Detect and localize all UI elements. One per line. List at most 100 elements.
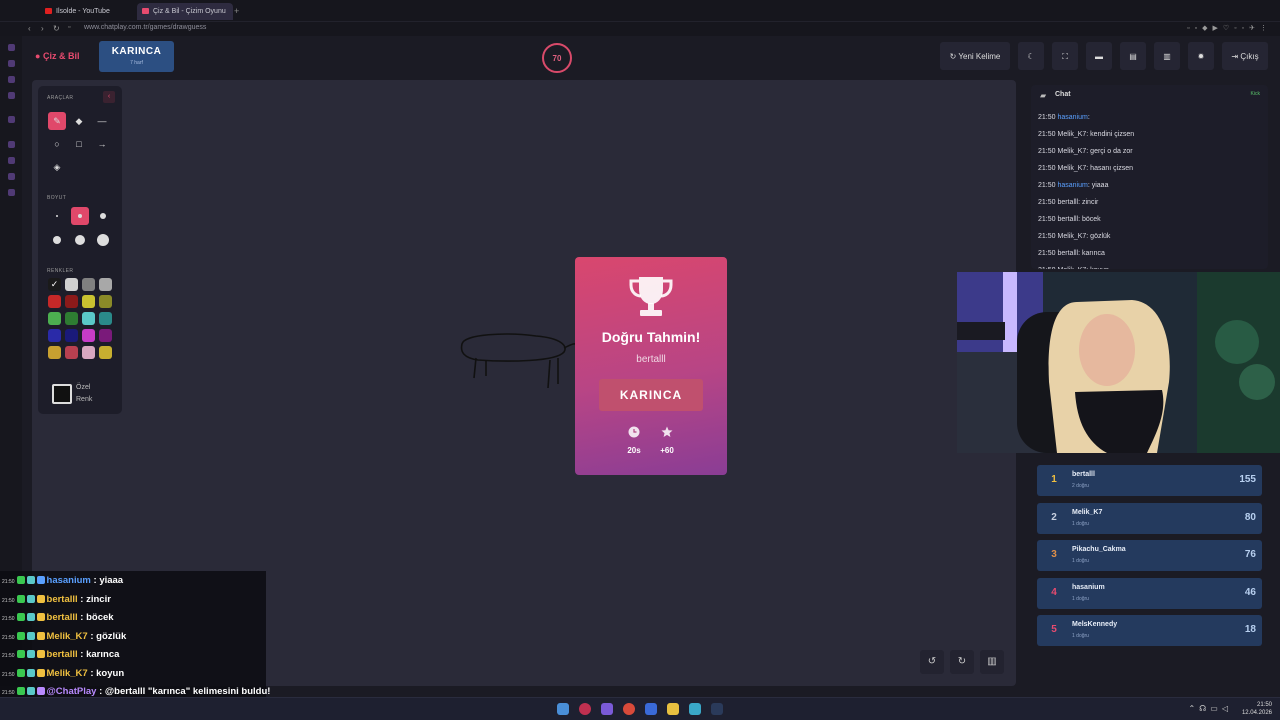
browser-tab-cizbil[interactable]: Çiz & Bil - Çizim Oyunu: [137, 3, 233, 20]
site-icon: [142, 8, 149, 14]
theme-toggle-button[interactable]: ☾: [1018, 42, 1044, 70]
sidebar-app-icon[interactable]: [8, 44, 15, 51]
undo-button[interactable]: ↺: [920, 650, 944, 674]
message-user[interactable]: hasanium: [1057, 114, 1087, 121]
keyboard-button[interactable]: ▬: [1086, 42, 1112, 70]
color-swatch[interactable]: [48, 295, 61, 308]
fill-tool[interactable]: ◈: [48, 158, 66, 176]
leaderboard-name: Pikachu_Cakma: [1072, 546, 1126, 553]
settings-button[interactable]: ✹: [1188, 42, 1214, 70]
message-user[interactable]: bertalll: [1057, 250, 1078, 257]
sidebar-app-icon[interactable]: [8, 173, 15, 180]
color-swatch[interactable]: [99, 312, 112, 325]
sidebar-app-icon[interactable]: [8, 116, 15, 123]
layout-button[interactable]: ▤: [1120, 42, 1146, 70]
folder-icon[interactable]: [667, 703, 679, 715]
line-tool[interactable]: —: [93, 112, 111, 130]
color-swatch[interactable]: [99, 346, 112, 359]
color-swatch[interactable]: [82, 278, 95, 291]
leaderboard-correct-count: 2 doğru: [1072, 483, 1089, 489]
app-icon[interactable]: [689, 703, 701, 715]
time-stat: 20s: [619, 425, 649, 455]
message-user: bertalll: [46, 593, 78, 605]
arrow-tool[interactable]: →: [93, 135, 111, 153]
message-user[interactable]: Melik_K7: [1057, 267, 1086, 269]
message-user: Melik_K7: [46, 630, 88, 642]
sidebar-app-icon[interactable]: [8, 141, 15, 148]
circle-tool[interactable]: ○: [48, 135, 66, 153]
system-clock[interactable]: 21:50 12.04.2026: [1242, 701, 1272, 717]
app-logo[interactable]: ● Çiz & Bil: [35, 51, 79, 61]
color-swatch[interactable]: [48, 312, 61, 325]
reload-icon[interactable]: ↻: [53, 24, 60, 33]
message-user[interactable]: bertalll: [1057, 199, 1078, 206]
message-user: Melik_K7: [46, 667, 88, 679]
color-swatch[interactable]: ✓: [48, 278, 61, 291]
size-option[interactable]: [94, 231, 112, 249]
sidebar-app-icon[interactable]: [8, 60, 15, 67]
logout-button[interactable]: ⇥ Çıkış: [1222, 42, 1268, 70]
leaderboard-correct-count: 1 doğru: [1072, 633, 1089, 639]
sidebar-app-icon[interactable]: [8, 189, 15, 196]
steam-icon[interactable]: [711, 703, 723, 715]
color-swatch[interactable]: [82, 312, 95, 325]
leaderboard-rank: 4: [1051, 586, 1057, 598]
collapse-toolbox-button[interactable]: ‹: [103, 91, 115, 103]
message-user[interactable]: bertalll: [1057, 216, 1078, 223]
pencil-tool[interactable]: ✎: [48, 112, 66, 130]
clear-canvas-button[interactable]: ▥: [980, 650, 1004, 674]
fullscreen-button[interactable]: ⛶: [1052, 42, 1078, 70]
size-option[interactable]: [94, 207, 112, 225]
extension-icons[interactable]: ▫▫◆▶♡◦◦✈⋮: [1187, 24, 1272, 32]
size-option[interactable]: [71, 231, 89, 249]
message-text: : gerçi o da zor: [1086, 148, 1133, 155]
app-icon[interactable]: [623, 703, 635, 715]
message-user[interactable]: hasanium: [1057, 182, 1087, 189]
color-swatch[interactable]: [99, 278, 112, 291]
sidebar-app-icon[interactable]: [8, 76, 15, 83]
color-swatch[interactable]: [82, 346, 95, 359]
url-text[interactable]: www.chatplay.com.tr/games/drawguess: [84, 24, 206, 31]
answer-word: KARINCA: [599, 379, 703, 411]
new-tab-button[interactable]: +: [234, 3, 244, 20]
start-icon[interactable]: [557, 703, 569, 715]
forward-icon[interactable]: ›: [41, 24, 44, 33]
new-word-button[interactable]: ↻ Yeni Kelime: [940, 42, 1010, 70]
color-swatch[interactable]: [65, 346, 78, 359]
color-swatch[interactable]: [99, 329, 112, 342]
user-badge-icon: [26, 668, 35, 677]
color-swatch[interactable]: [99, 295, 112, 308]
sidebar-app-icon[interactable]: [8, 92, 15, 99]
app-icon[interactable]: [645, 703, 657, 715]
color-swatch[interactable]: [65, 295, 78, 308]
logout-icon: ⇥: [1231, 52, 1239, 61]
size-option[interactable]: [48, 231, 66, 249]
rectangle-tool[interactable]: □: [70, 135, 88, 153]
trash-button[interactable]: ▥: [1154, 42, 1180, 70]
leaderboard-row: 1 bertalll 2 doğru 155: [1037, 465, 1262, 496]
color-swatch[interactable]: [65, 312, 78, 325]
sidebar-app-icon[interactable]: [8, 157, 15, 164]
color-swatch[interactable]: [82, 329, 95, 342]
message-user[interactable]: Melik_K7: [1057, 165, 1086, 172]
color-swatch[interactable]: [82, 295, 95, 308]
color-swatch[interactable]: [48, 329, 61, 342]
tools-heading: ARAÇLAR: [47, 95, 74, 101]
color-swatch[interactable]: [65, 278, 78, 291]
eraser-tool[interactable]: ◆: [70, 112, 88, 130]
opera-icon[interactable]: [579, 703, 591, 715]
color-swatch[interactable]: [65, 329, 78, 342]
discord-icon[interactable]: [601, 703, 613, 715]
back-icon[interactable]: ‹: [28, 24, 31, 33]
browser-tab-label: Ilsolde - YouTube: [56, 8, 110, 15]
size-option[interactable]: [48, 207, 66, 225]
size-option[interactable]: [71, 207, 89, 225]
message-user[interactable]: Melik_K7: [1057, 148, 1086, 155]
message-user[interactable]: Melik_K7: [1057, 233, 1086, 240]
system-tray[interactable]: ⌃☊▭◁: [1188, 704, 1232, 713]
custom-color-picker[interactable]: [52, 384, 72, 404]
message-user[interactable]: Melik_K7: [1057, 131, 1086, 138]
color-swatch[interactable]: [48, 346, 61, 359]
redo-button[interactable]: ↻: [950, 650, 974, 674]
browser-tab-youtube[interactable]: Ilsolde - YouTube: [40, 3, 132, 20]
